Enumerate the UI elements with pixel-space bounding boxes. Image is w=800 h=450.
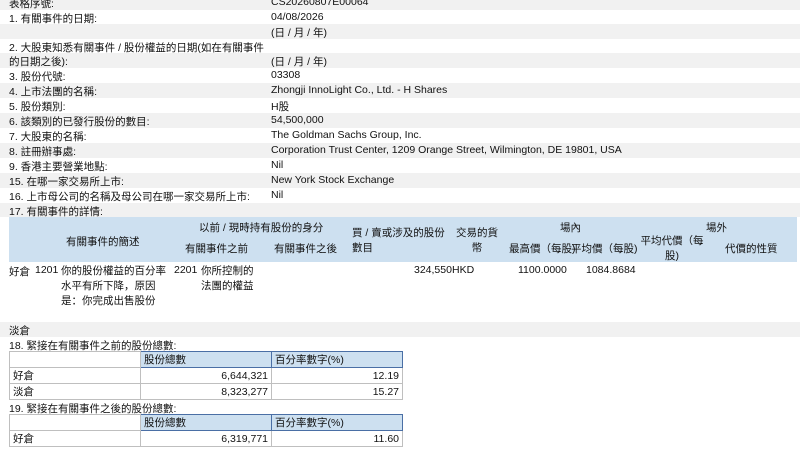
section19-col-pct: 百分率數字(%)	[271, 414, 403, 431]
shares-header: 買 / 賣或涉及的股份數目	[352, 227, 445, 254]
info-row: 16. 上市母公司的名稱及母公司在哪一家交易所上市: Nil	[0, 188, 800, 203]
info-label: 8. 註冊辦事處:	[9, 146, 77, 158]
info-value: New York Stock Exchange	[271, 174, 395, 186]
event-position: 好倉	[9, 266, 30, 278]
currency-header: 交易的貨幣	[456, 227, 498, 254]
info-row: 7. 大股東的名稱: The Goldman Sachs Group, Inc.	[0, 128, 800, 143]
event-code1: 1201	[35, 264, 59, 276]
info-label: 16. 上市母公司的名稱及母公司在哪一家交易所上市:	[9, 191, 250, 203]
table-row: 淡倉 8,323,277 15.27	[9, 383, 403, 400]
consideration-header: 代價的性質	[725, 243, 778, 255]
desc-header: 有關事件的簡述	[66, 236, 140, 248]
info-label: 3. 股份代號:	[9, 71, 66, 83]
info-label: 5. 股份類別:	[9, 101, 66, 113]
info-row: 4. 上市法團的名稱: Zhongji InnoLight Co., Ltd. -…	[0, 83, 800, 98]
info-row: 1. 有關事件的日期: 04/08/2026	[0, 10, 800, 25]
on-exchange-header: 場內	[560, 222, 581, 234]
info-value: 04/08/2026	[271, 11, 324, 23]
info-value: (日 / 月 / 年)	[271, 56, 327, 68]
before-header: 有關事件之前	[185, 243, 248, 255]
info-value: CS20260807E00064	[271, 0, 369, 8]
info-row: 9. 香港主要營業地點: Nil	[0, 158, 800, 173]
event-shares: 324,550	[414, 264, 452, 276]
short-position-label: 淡倉	[9, 325, 30, 337]
info-value: Zhongji InnoLight Co., Ltd. - H Shares	[271, 84, 448, 96]
info-row: (日 / 月 / 年)	[0, 24, 800, 39]
info-label: 15. 在哪一家交易所上市:	[9, 176, 124, 188]
event-code2: 2201	[174, 264, 198, 276]
info-row: 的日期之後): (日 / 月 / 年)	[0, 53, 800, 68]
section18-col-shares: 股份總數	[140, 351, 272, 368]
info-value: 03308	[271, 69, 301, 81]
info-label: 6. 該類別的已發行股份的數目:	[9, 116, 150, 128]
info-value: The Goldman Sachs Group, Inc.	[271, 129, 422, 141]
event-capacity: 你所控制的法團的權益	[201, 265, 254, 292]
events-table-header: 以前 / 現時持有股份的身分 有關事件的簡述 有關事件之前 有關事件之後 買 /…	[9, 217, 797, 262]
info-row: 2. 大股東知悉有關事件 / 股份權益的日期(如在有關事件	[0, 39, 800, 54]
table-row: 好倉 6,319,771 11.60	[9, 430, 403, 447]
section19-col-shares: 股份總數	[140, 414, 272, 431]
event-currency: HKD	[452, 264, 475, 276]
short-position-row: 淡倉	[0, 322, 800, 337]
info-value: Nil	[271, 159, 284, 171]
section19-table: 股份總數 百分率數字(%) 好倉 6,319,771 11.60	[9, 414, 403, 447]
info-label: 的日期之後):	[9, 56, 68, 68]
section19-title-row: 19. 緊接在有關事件之後的股份總數:	[0, 400, 800, 415]
info-row: 表格序號: CS20260807E00064	[0, 0, 800, 10]
info-label: 9. 香港主要營業地點:	[9, 161, 108, 173]
high-price-header: 最高價（每股)	[509, 243, 576, 255]
off-exchange-header: 場外	[706, 222, 727, 234]
info-row: 5. 股份類別: H股	[0, 98, 800, 113]
avg-price-header: 平均價（每股)	[571, 243, 638, 255]
section18-col-pct: 百分率數字(%)	[271, 351, 403, 368]
event-avg-price: 1084.8684	[586, 264, 636, 276]
info-value: Corporation Trust Center, 1209 Orange St…	[271, 144, 622, 156]
event-desc: 你的股份權益的百分率水平有所下降，原因是：你完成出售股份	[61, 265, 166, 307]
info-label: 4. 上市法團的名稱:	[9, 86, 98, 98]
info-row: 15. 在哪一家交易所上市: New York Stock Exchange	[0, 173, 800, 188]
info-row: 8. 註冊辦事處: Corporation Trust Center, 1209 …	[0, 143, 800, 158]
event-high-price: 1100.0000	[518, 264, 567, 276]
info-value: 54,500,000	[271, 114, 324, 126]
info-row: 3. 股份代號: 03308	[0, 68, 800, 83]
table-row: 好倉 6,644,321 12.19	[9, 367, 403, 384]
event-row: 好倉 1201 你的股份權益的百分率水平有所下降，原因是：你完成出售股份 220…	[0, 262, 800, 322]
info-value: Nil	[271, 189, 284, 201]
capacity-group-header: 以前 / 現時持有股份的身分	[199, 222, 324, 234]
section18-title-row: 18. 緊接在有關事件之前的股份總數:	[0, 337, 800, 352]
info-row: 17. 有關事件的詳情:	[0, 203, 800, 218]
after-header: 有關事件之後	[274, 243, 337, 255]
info-label: 7. 大股東的名稱:	[9, 131, 87, 143]
info-row: 6. 該類別的已發行股份的數目: 54,500,000	[0, 113, 800, 128]
section18-table: 股份總數 百分率數字(%) 好倉 6,644,321 12.19 淡倉 8,32…	[9, 351, 403, 400]
info-value: (日 / 月 / 年)	[271, 27, 327, 39]
off-avg-header: 平均代價（每股)	[640, 235, 704, 262]
info-value: H股	[271, 101, 290, 113]
